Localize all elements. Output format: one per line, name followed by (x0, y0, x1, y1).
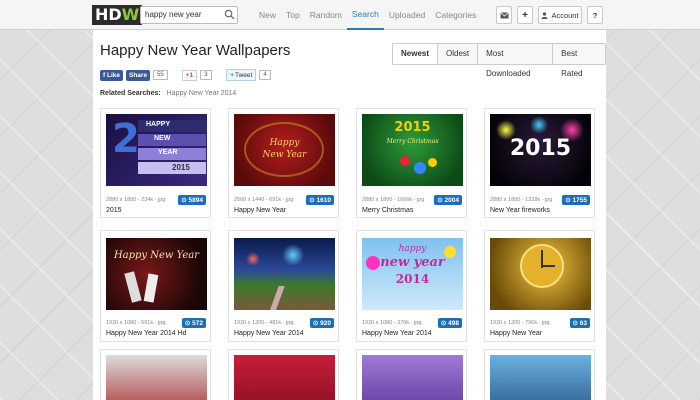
wallpaper-card[interactable] (356, 349, 467, 400)
content-panel: Happy New Year Wallpapers Newest Oldest … (93, 30, 606, 400)
site-logo[interactable]: HDW (92, 5, 143, 25)
wallpaper-thumbnail[interactable] (490, 355, 591, 400)
mail-icon (499, 11, 509, 18)
nav-uploaded[interactable]: Uploaded (384, 0, 430, 30)
wallpaper-meta: 2880 x 1800 - 234k - jpg (106, 197, 166, 203)
account-button[interactable]: Account (538, 6, 582, 24)
wallpaper-thumbnail[interactable] (234, 355, 335, 400)
nav-random[interactable]: Random (305, 0, 347, 30)
wallpaper-card[interactable] (484, 349, 595, 400)
fb-like-label: Like (106, 71, 120, 79)
related-link[interactable]: Happy New Year 2014 (167, 90, 237, 97)
facebook-count: 55 (153, 70, 168, 80)
wallpaper-card[interactable]: 2015 2880 x 1800 - 1328k - jpg ⊙ 1755 Ne… (484, 108, 595, 218)
wallpaper-title[interactable]: Happy New Year 2014 (362, 330, 432, 337)
wallpaper-card[interactable] (100, 349, 211, 400)
facebook-share-button[interactable]: Share (126, 69, 151, 81)
wallpaper-thumbnail[interactable]: Happy New Year (106, 238, 207, 310)
wallpaper-thumbnail[interactable]: 2015 Merry Christmas (362, 114, 463, 186)
wallpaper-meta: 1920 x 1200 - 796k - jpg (490, 320, 550, 326)
facebook-like-button[interactable]: f Like (100, 69, 123, 81)
wallpaper-title[interactable]: New Year fireworks (490, 207, 550, 214)
wallpaper-card[interactable]: 2015 Merry Christmas 2880 x 1800 - 1666k… (356, 108, 467, 218)
download-count: 572 (192, 320, 203, 327)
wallpaper-card[interactable]: Happy New Year 2560 x 1440 - 691k - jpg … (228, 108, 339, 218)
download-count-badge: ⊙ 572 (181, 318, 206, 328)
account-label: Account (551, 10, 579, 20)
wallpaper-meta: 2880 x 1800 - 1328k - jpg (490, 197, 553, 203)
wallpaper-title[interactable]: Merry Christmas (362, 207, 413, 214)
download-count: 1610 (316, 197, 331, 204)
download-count: 498 (448, 320, 459, 327)
download-count-badge: ⊙ 1610 (306, 195, 334, 205)
download-count-badge: ⊙ 920 (309, 318, 334, 328)
help-button[interactable]: ? (587, 6, 603, 24)
wallpaper-title[interactable]: 2015 (106, 207, 122, 214)
wallpaper-card[interactable]: 1920 x 1200 - 796k - jpg ⊙ 63 Happy New … (484, 230, 595, 342)
social-buttons: f Like Share 55 +1 3 ✦Tweet 4 (100, 69, 271, 81)
download-count: 63 (579, 320, 587, 327)
logo-text-accent: W (121, 5, 140, 24)
nav-categories[interactable]: Categories (430, 0, 481, 30)
wallpaper-meta: 2560 x 1440 - 691k - jpg (234, 197, 294, 203)
wallpaper-thumbnail[interactable]: Happy New Year (234, 114, 335, 186)
download-count: 2004 (444, 197, 459, 204)
wallpaper-thumbnail[interactable]: 2015 (490, 114, 591, 186)
top-navigation-bar: HDW happy new year New Top Random Search… (0, 0, 700, 30)
logo-text: HD (95, 5, 122, 24)
wallpaper-meta: 2880 x 1800 - 1666k - jpg (362, 197, 425, 203)
wallpaper-meta: 1920 x 1080 - 591k - jpg (106, 320, 166, 326)
sort-tabs: Newest Oldest Most Downloaded Best Rated (392, 43, 606, 78)
sort-oldest[interactable]: Oldest (437, 44, 478, 64)
wallpaper-title[interactable]: Happy New Year (234, 207, 286, 214)
wallpaper-title[interactable]: Happy New Year (490, 330, 542, 337)
download-count-badge: ⊙ 63 (569, 318, 590, 328)
related-searches: Related Searches: Happy New Year 2014 (100, 90, 236, 97)
mail-button[interactable] (496, 6, 512, 24)
download-count-badge: ⊙ 5894 (178, 195, 206, 205)
wallpaper-card[interactable]: happy new year 2014 1920 x 1080 - 370k -… (356, 230, 467, 342)
wallpaper-title[interactable]: Happy New Year 2014 (234, 330, 304, 337)
nav-top[interactable]: Top (281, 0, 305, 30)
google-plus-count: 3 (200, 70, 212, 80)
download-count-badge: ⊙ 1755 (562, 195, 590, 205)
tweet-count: 4 (259, 70, 271, 80)
wallpaper-card[interactable]: 1920 x 1200 - 481k - jpg ⊙ 920 Happy New… (228, 230, 339, 342)
wallpaper-card[interactable]: Happy New Year 1920 x 1080 - 591k - jpg … (100, 230, 211, 342)
google-plus-button[interactable]: +1 (181, 69, 198, 81)
download-count: 920 (320, 320, 331, 327)
wallpaper-thumbnail[interactable] (106, 355, 207, 400)
related-label: Related Searches: (100, 90, 161, 97)
wallpaper-meta: 1920 x 1080 - 370k - jpg (362, 320, 422, 326)
add-button[interactable]: + (517, 6, 533, 24)
nav-new[interactable]: New (254, 0, 281, 30)
download-count-badge: ⊙ 2004 (434, 195, 462, 205)
wallpaper-thumbnail[interactable] (490, 238, 591, 310)
wallpaper-meta: 1920 x 1200 - 481k - jpg (234, 320, 294, 326)
sort-best-rated[interactable]: Best Rated (552, 44, 605, 78)
wallpaper-card[interactable]: 2 HAPPY NEW YEAR 2015 2880 x 1800 - 234k… (100, 108, 211, 218)
nav-search[interactable]: Search (346, 0, 384, 30)
user-icon (541, 11, 548, 19)
download-count: 1755 (572, 197, 587, 204)
wallpaper-thumbnail[interactable]: 2 HAPPY NEW YEAR 2015 (106, 114, 207, 186)
search-icon[interactable] (224, 9, 235, 20)
sort-newest[interactable]: Newest (393, 44, 438, 64)
wallpaper-thumbnail[interactable] (362, 355, 463, 400)
wallpaper-title[interactable]: Happy New Year 2014 Hd (106, 330, 187, 337)
download-count-badge: ⊙ 498 (437, 318, 462, 328)
wallpaper-thumbnail[interactable] (234, 238, 335, 310)
main-nav: New Top Random Search Uploaded Categorie… (254, 0, 481, 30)
download-count: 5894 (188, 197, 203, 204)
sort-most-downloaded[interactable]: Most Downloaded (477, 44, 553, 78)
tweet-button[interactable]: ✦Tweet (225, 69, 257, 81)
wallpaper-card[interactable] (228, 349, 339, 400)
tweet-label: Tweet (234, 72, 253, 79)
page-title: Happy New Year Wallpapers (100, 42, 291, 59)
wallpaper-thumbnail[interactable]: happy new year 2014 (362, 238, 463, 310)
